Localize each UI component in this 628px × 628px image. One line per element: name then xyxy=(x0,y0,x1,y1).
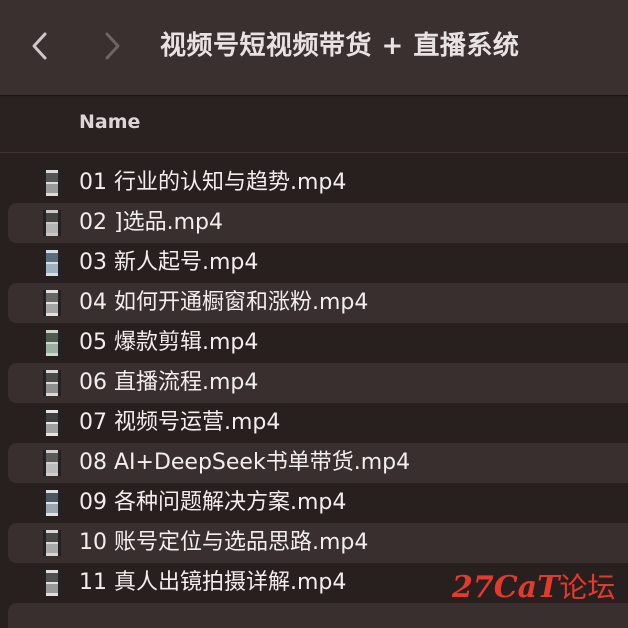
watermark-logo: 27CaT 论坛 xyxy=(452,566,615,606)
file-row[interactable]: 01 行业的认知与趋势.mp4 xyxy=(8,163,628,203)
video-file-icon xyxy=(43,410,61,436)
video-file-icon xyxy=(43,290,61,316)
file-name: 05 爆款剪辑.mp4 xyxy=(79,330,259,355)
file-row[interactable]: 03 新人起号.mp4 xyxy=(8,243,628,283)
file-row[interactable]: 09 各种问题解决方案.mp4 xyxy=(8,483,628,523)
file-row[interactable]: 07 视频号运营.mp4 xyxy=(8,403,628,443)
file-name: 06 直播流程.mp4 xyxy=(79,370,259,395)
watermark-cjk: 论坛 xyxy=(559,571,616,604)
video-file-icon xyxy=(43,330,61,356)
video-file-icon xyxy=(43,490,61,516)
file-name: 04 如何开通橱窗和涨粉.mp4 xyxy=(79,290,369,315)
file-row[interactable]: 02 ]选品.mp4 xyxy=(8,203,628,243)
finder-window: 视频号短视频带货 + 直播系统 Name 01 行业的认知与趋势.mp4 02 ]… xyxy=(0,0,628,628)
toolbar: 视频号短视频带货 + 直播系统 xyxy=(0,0,628,96)
file-row[interactable]: 06 直播流程.mp4 xyxy=(8,363,628,403)
video-file-icon xyxy=(43,250,61,276)
file-row[interactable]: 08 AI+DeepSeek书单带货.mp4 xyxy=(8,443,628,483)
video-file-icon xyxy=(43,450,61,476)
video-file-icon xyxy=(43,370,61,396)
chevron-left-icon xyxy=(32,32,47,60)
column-header-bar: Name xyxy=(0,97,628,153)
watermark-latin: 27CaT xyxy=(452,570,560,605)
file-row[interactable]: 05 爆款剪辑.mp4 xyxy=(8,323,628,363)
forward-button[interactable] xyxy=(92,26,132,66)
file-name: 03 新人起号.mp4 xyxy=(79,250,259,275)
file-row[interactable]: 10 账号定位与选品思路.mp4 xyxy=(8,523,628,563)
file-name: 11 真人出镜拍摄详解.mp4 xyxy=(79,570,347,595)
video-file-icon xyxy=(43,570,61,596)
video-file-icon xyxy=(43,530,61,556)
file-name: 10 账号定位与选品思路.mp4 xyxy=(79,530,369,555)
window-title: 视频号短视频带货 + 直播系统 xyxy=(160,31,520,61)
video-file-icon xyxy=(43,210,61,236)
back-button[interactable] xyxy=(20,26,60,66)
file-name: 07 视频号运营.mp4 xyxy=(79,410,281,435)
file-row[interactable]: 04 如何开通橱窗和涨粉.mp4 xyxy=(8,283,628,323)
file-list: 01 行业的认知与趋势.mp4 02 ]选品.mp4 03 新人起号.mp4 04 如… xyxy=(0,163,628,603)
empty-list-row xyxy=(8,603,628,628)
file-name: 09 各种问题解决方案.mp4 xyxy=(79,490,347,515)
column-header-name[interactable]: Name xyxy=(79,111,140,133)
video-file-icon xyxy=(43,170,61,196)
file-name: 02 ]选品.mp4 xyxy=(79,210,223,235)
chevron-right-icon xyxy=(105,32,120,60)
file-name: 08 AI+DeepSeek书单带货.mp4 xyxy=(79,450,411,475)
file-name: 01 行业的认知与趋势.mp4 xyxy=(79,170,347,195)
